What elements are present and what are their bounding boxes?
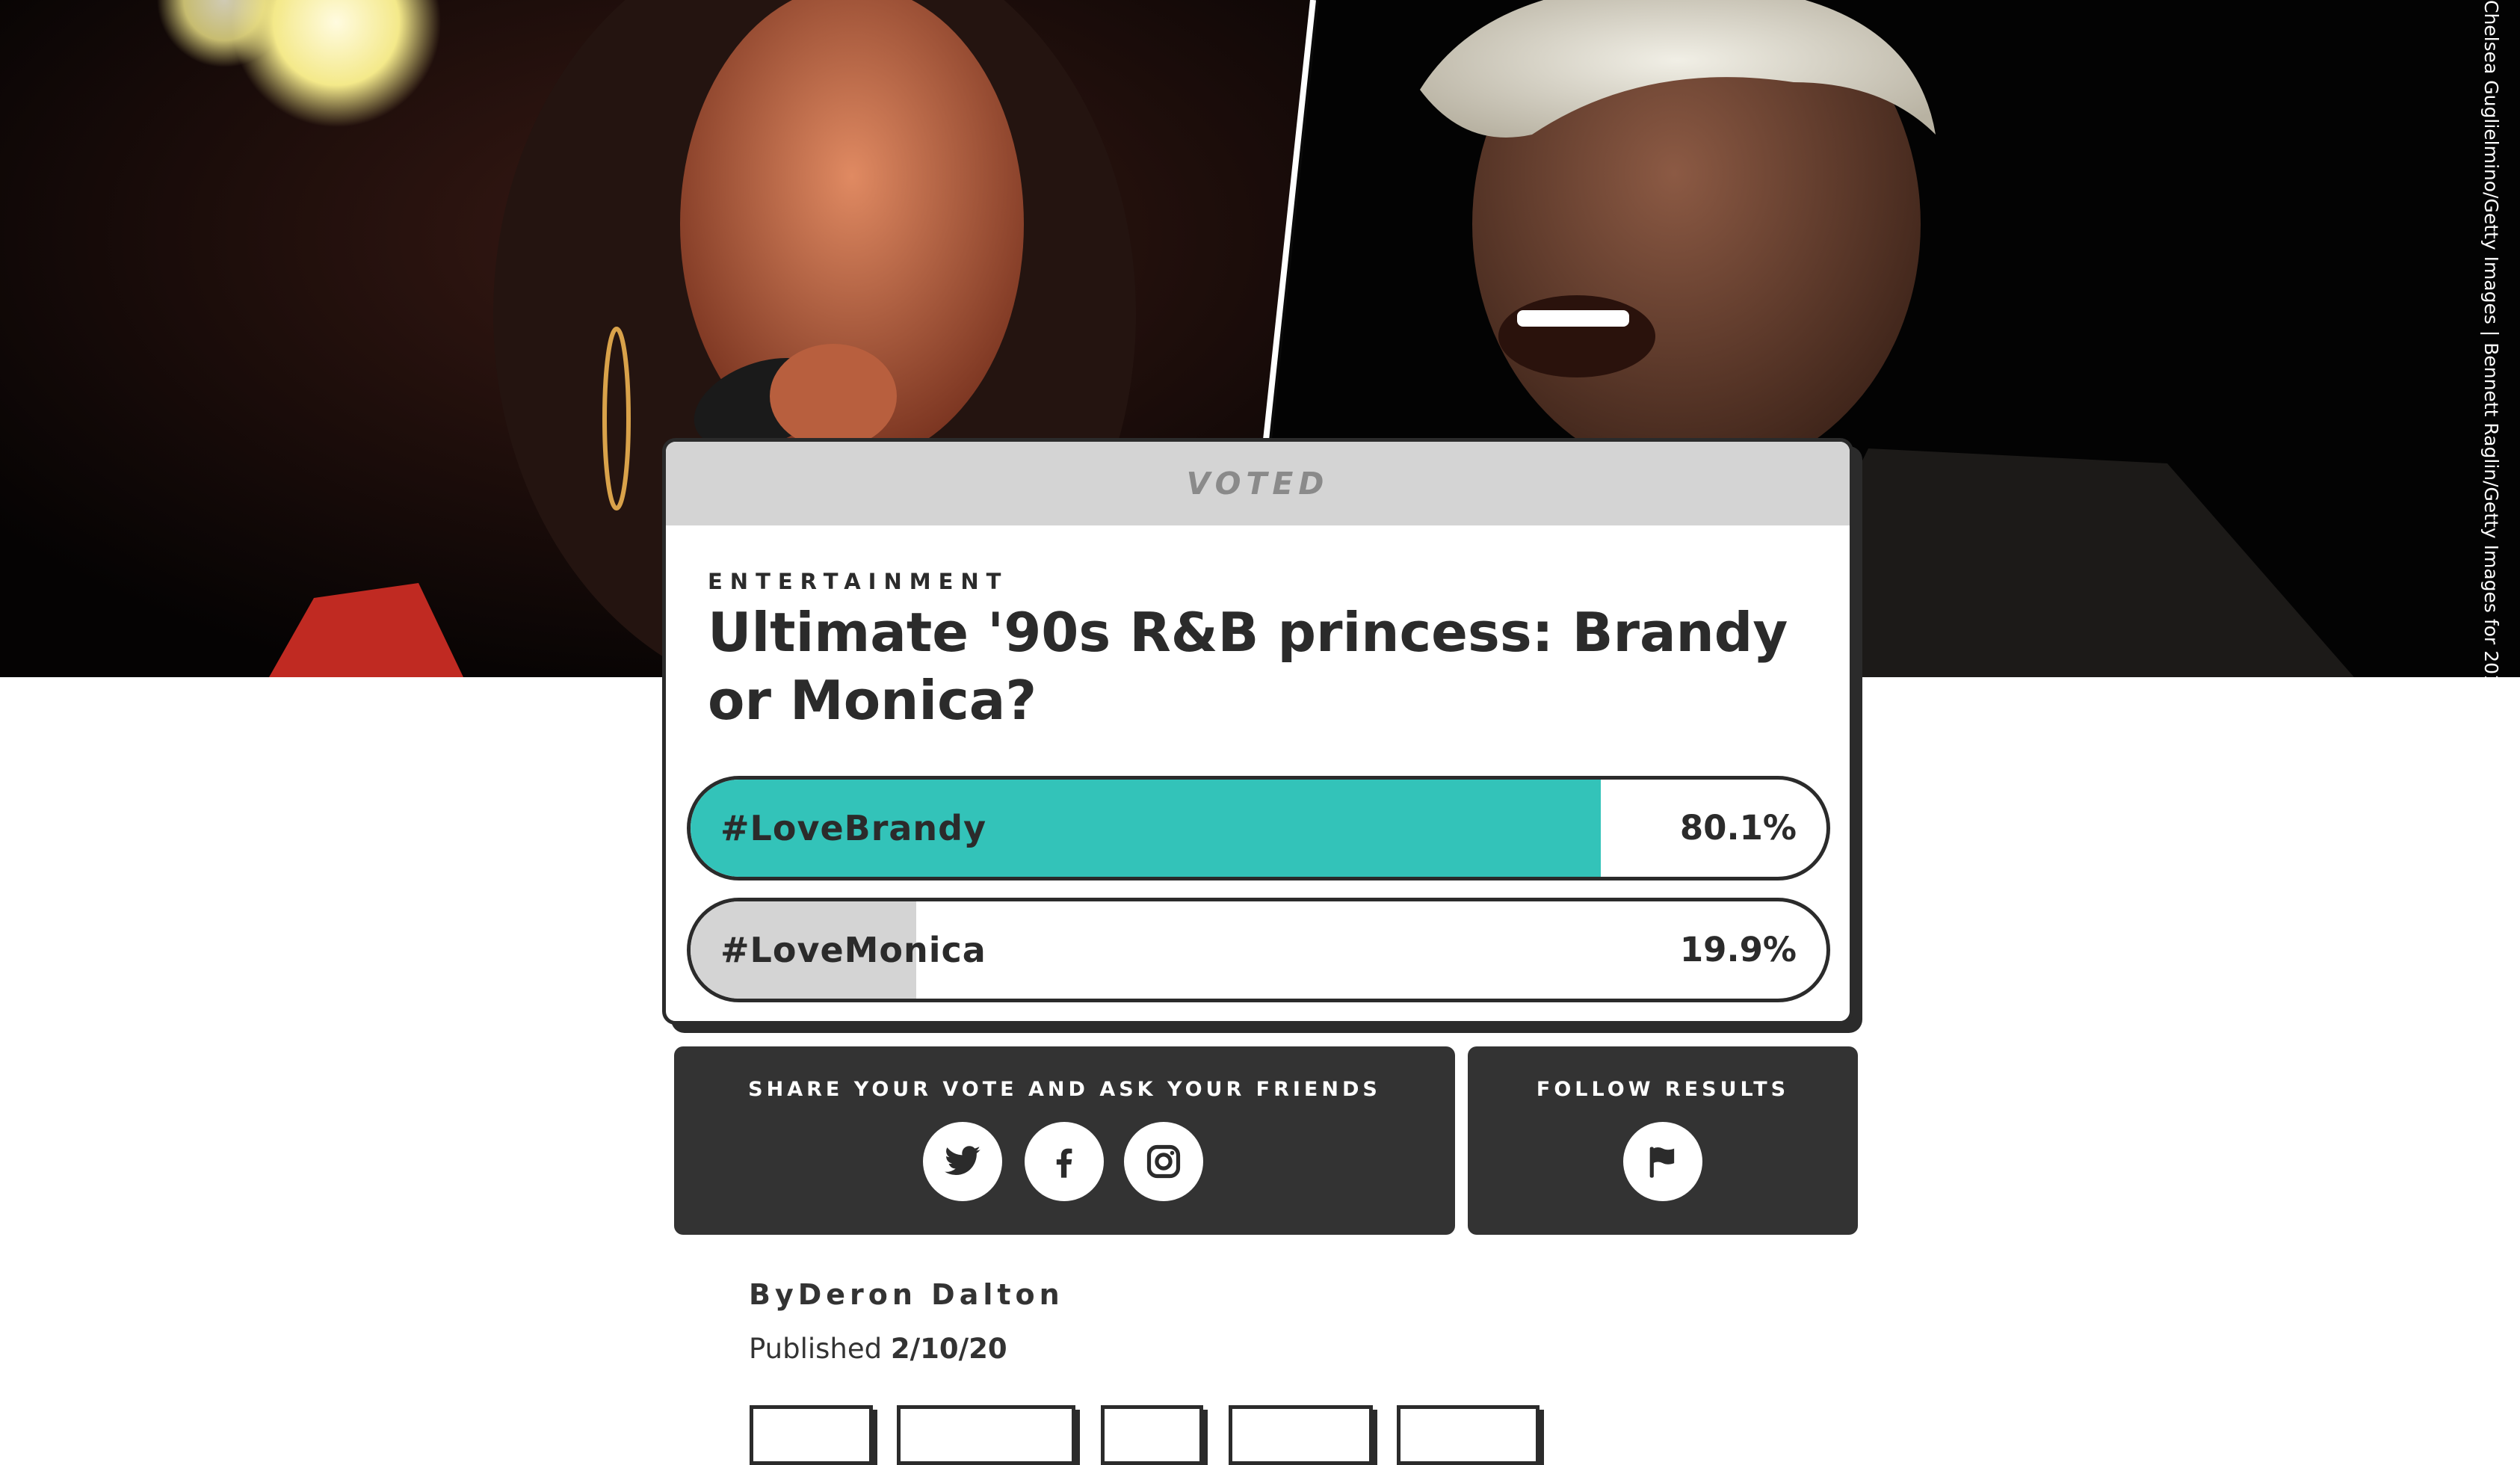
tag-chip[interactable]: [1101, 1405, 1203, 1465]
poll-option-monica[interactable]: #LoveMonica 19.9%: [687, 898, 1830, 1002]
facebook-share-button[interactable]: [1025, 1122, 1104, 1201]
poll-option-brandy[interactable]: #LoveBrandy 80.1%: [687, 776, 1830, 880]
facebook-icon: [1056, 1148, 1072, 1178]
follow-results-button[interactable]: [1623, 1122, 1702, 1201]
follow-panel: FOLLOW RESULTS: [1468, 1046, 1858, 1235]
published-value: 2/10/20: [890, 1333, 1007, 1365]
poll-category[interactable]: ENTERTAINMENT: [708, 569, 1008, 594]
tag-chip[interactable]: [1397, 1405, 1540, 1465]
follow-heading: FOLLOW RESULTS: [1536, 1078, 1790, 1101]
voted-status-bar: VOTED: [666, 442, 1850, 525]
author-name[interactable]: Deron Dalton: [798, 1278, 1064, 1311]
voted-label: VOTED: [1186, 466, 1330, 502]
tag-chip[interactable]: [750, 1405, 873, 1465]
twitter-share-button[interactable]: [923, 1122, 1002, 1201]
poll-option-percent: 19.9%: [1679, 930, 1797, 969]
tag-chip[interactable]: [1229, 1405, 1373, 1465]
poll-option-percent: 80.1%: [1679, 808, 1797, 848]
instagram-share-button[interactable]: [1124, 1122, 1203, 1201]
published-date: Published 2/10/20: [749, 1333, 1007, 1365]
published-label: Published: [749, 1333, 883, 1365]
article-byline: ByDeron Dalton: [749, 1278, 1064, 1311]
poll-option-label: #LoveBrandy: [720, 808, 987, 848]
byline-prefix: By: [749, 1278, 798, 1311]
poll-card: VOTED ENTERTAINMENT Ultimate '90s R&B pr…: [662, 438, 1853, 1025]
share-heading: SHARE YOUR VOTE AND ASK YOUR FRIENDS: [748, 1078, 1381, 1101]
poll-option-label: #LoveMonica: [720, 930, 986, 970]
poll-title: Ultimate '90s R&B princess: Brandy or Mo…: [708, 601, 1788, 732]
tag-chip[interactable]: [897, 1405, 1075, 1465]
photo-credit: Chelsea Guglielmino/Getty Images | Benne…: [2442, 0, 2502, 677]
flag-icon: [1649, 1147, 1675, 1178]
share-panel: SHARE YOUR VOTE AND ASK YOUR FRIENDS: [674, 1046, 1455, 1235]
twitter-icon: [945, 1146, 980, 1175]
instagram-icon: [1146, 1144, 1181, 1179]
